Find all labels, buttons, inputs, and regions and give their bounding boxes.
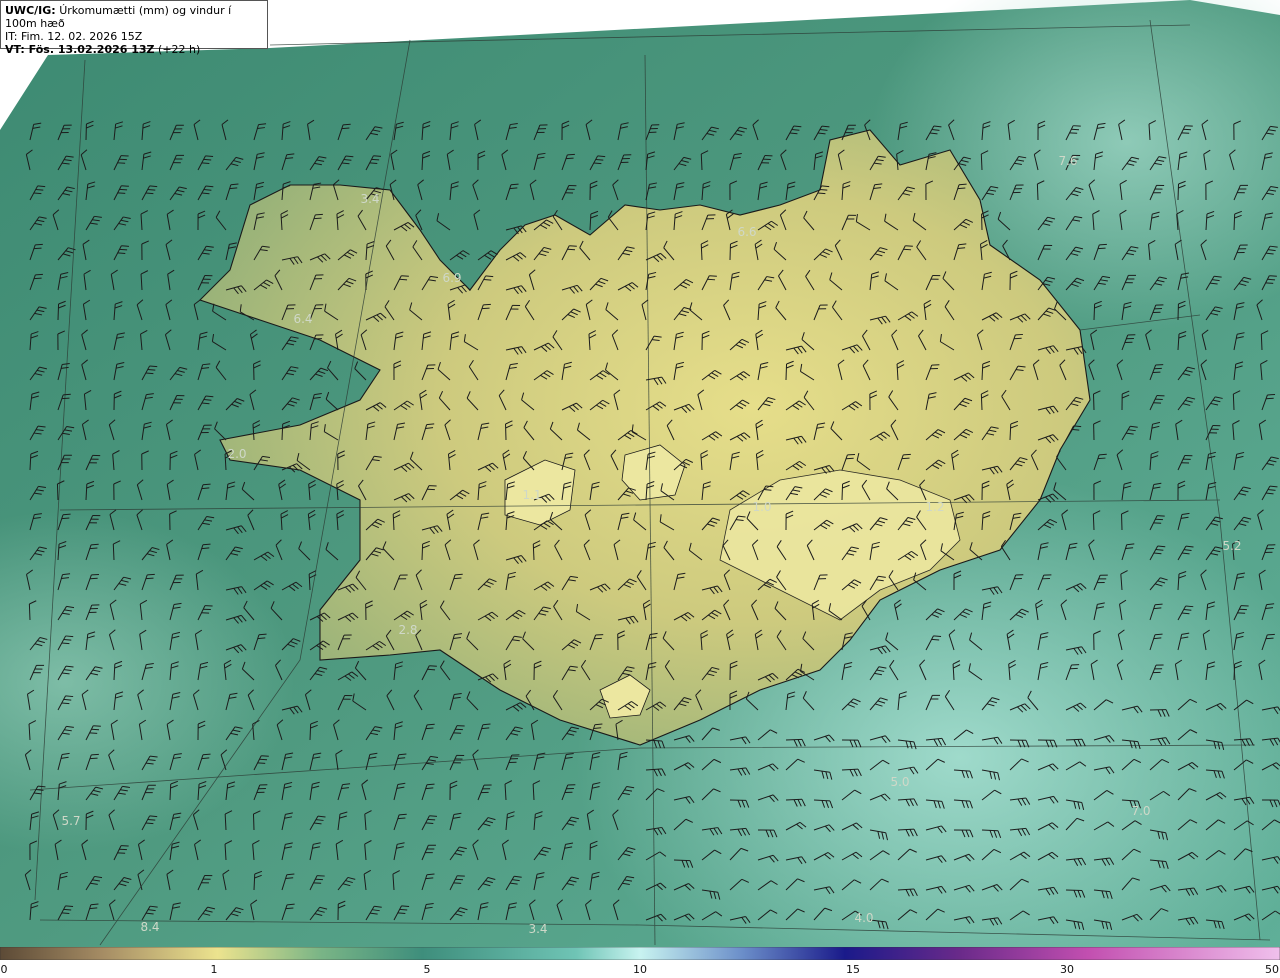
colorbar-tick-label: 1 xyxy=(210,963,218,976)
precip-label: 1.2 xyxy=(925,500,944,514)
precip-label: 7.6 xyxy=(1058,154,1077,168)
precip-label: 6.9 xyxy=(442,271,461,285)
valid-time: VT: Fös. 13.02.2026 13Z xyxy=(5,43,155,56)
colorbar-tick-label: 50 xyxy=(1265,963,1279,976)
precip-label: 1.1 xyxy=(522,488,541,502)
colorbar-tick-label: 15 xyxy=(846,963,860,976)
precip-label: 3.4 xyxy=(360,192,379,206)
precip-label: 6.4 xyxy=(293,312,312,326)
init-time: IT: Fim. 12. 02. 2026 15Z xyxy=(5,30,143,43)
precip-label: 3.4 xyxy=(528,922,547,936)
precip-label: 2.8 xyxy=(398,623,417,637)
colorbar-tick-label: 30 xyxy=(1060,963,1074,976)
colorbar-ticks: 0 1 5 10 15 30 50 xyxy=(0,961,1280,978)
precip-label: 2.0 xyxy=(227,447,246,461)
precip-label: 4.0 xyxy=(854,911,873,925)
colorbar xyxy=(0,947,1280,960)
model-name: UWC/IG: xyxy=(5,4,56,17)
forecast-hour: (+22 h) xyxy=(158,43,201,56)
precip-label: 5.7 xyxy=(61,814,80,828)
colorbar-tick-label: 0 xyxy=(0,963,8,976)
map-title-box: UWC/IG: Úrkomumætti (mm) og vindur í 100… xyxy=(0,0,268,56)
precip-label: 5.0 xyxy=(890,775,909,789)
precip-label: 1.0 xyxy=(752,500,771,514)
colorbar-tick-label: 10 xyxy=(633,963,647,976)
precip-label: 7.0 xyxy=(1131,804,1150,818)
precip-label: 5.2 xyxy=(1222,539,1241,553)
colorbar-tick-label: 5 xyxy=(423,963,431,976)
weather-map: 3.4 6.6 7.6 6.9 6.4 2.0 1.1 1.0 1.2 5.2 2.8 7.0 5.7 8… xyxy=(0,0,1280,947)
precip-label: 8.4 xyxy=(140,920,159,934)
precip-label: 6.6 xyxy=(737,225,756,239)
